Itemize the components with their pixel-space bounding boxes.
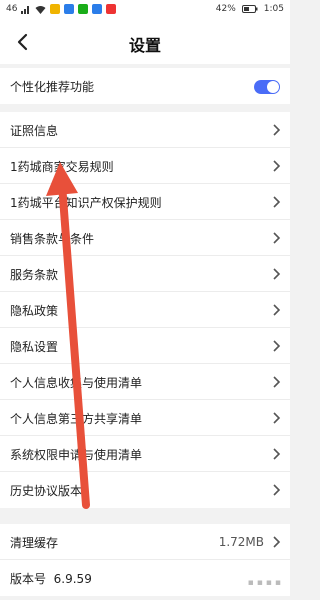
- clock: 1:05: [263, 4, 284, 14]
- status-left: 46: [6, 4, 117, 14]
- menu-item-label: 系统权限申请与使用清单: [10, 448, 143, 462]
- app-notification-icon-3: [78, 4, 89, 14]
- personalization-row[interactable]: 个性化推荐功能: [0, 68, 290, 104]
- chevron-right-icon: [273, 196, 281, 208]
- chevron-right-icon: [273, 232, 281, 244]
- personalization-toggle[interactable]: [254, 80, 280, 94]
- app-notification-icon-1: [50, 4, 61, 14]
- app-info-section: 清理缓存 1.72MB 版本号 6.9.59: [0, 524, 290, 596]
- chevron-right-icon: [273, 484, 281, 496]
- battery-percent: 42%: [215, 4, 236, 14]
- status-right: 42% 1:05: [216, 4, 284, 14]
- menu-item-personal-info-collection[interactable]: 个人信息收集与使用清单: [0, 364, 290, 400]
- chevron-right-icon: [273, 124, 281, 136]
- chevron-right-icon: [273, 340, 281, 352]
- personalization-label: 个性化推荐功能: [10, 80, 95, 94]
- menu-item-merchant-rules[interactable]: 1药城商家交易规则: [0, 148, 290, 184]
- battery-icon: [241, 5, 258, 13]
- menu-item-system-permissions[interactable]: 系统权限申请与使用清单: [0, 436, 290, 472]
- personalization-section: 个性化推荐功能: [0, 68, 290, 104]
- version-number: 6.9.59: [53, 572, 92, 586]
- app-notification-icon-2: [64, 4, 75, 14]
- menu-item-label: 1药城商家交易规则: [10, 160, 114, 174]
- menu-item-license-info[interactable]: 证照信息: [0, 112, 290, 148]
- network-indicator: 46: [6, 4, 18, 14]
- cache-size: 1.72MB: [218, 535, 264, 549]
- clear-cache-label: 清理缓存: [10, 536, 59, 550]
- chevron-right-icon: [273, 536, 281, 548]
- chevron-right-icon: [273, 448, 281, 460]
- signal-icon: [21, 5, 30, 14]
- menu-item-third-party-sharing[interactable]: 个人信息第三方共享清单: [0, 400, 290, 436]
- chevron-right-icon: [273, 304, 281, 316]
- wifi-icon: [35, 5, 46, 14]
- menu-item-agreement-history[interactable]: 历史协议版本: [0, 472, 290, 508]
- settings-menu: 证照信息 1药城商家交易规则 1药城平台知识产权保护规则 销售条款与条件 服务条…: [0, 112, 290, 508]
- toggle-knob: [267, 81, 279, 93]
- watermark: ▪▪▪▪: [247, 578, 284, 588]
- version-label: 版本号 6.9.59: [10, 572, 92, 586]
- version-row: 版本号 6.9.59: [0, 560, 290, 596]
- page-title: 设置: [128, 36, 161, 55]
- menu-item-label: 1药城平台知识产权保护规则: [10, 196, 162, 210]
- menu-item-label: 隐私政策: [10, 304, 59, 318]
- menu-item-service-terms[interactable]: 服务条款: [0, 256, 290, 292]
- menu-item-sales-terms[interactable]: 销售条款与条件: [0, 220, 290, 256]
- clear-cache-row[interactable]: 清理缓存 1.72MB: [0, 524, 290, 560]
- menu-item-ip-protection-rules[interactable]: 1药城平台知识产权保护规则: [0, 184, 290, 220]
- menu-item-label: 个人信息第三方共享清单: [10, 412, 143, 426]
- menu-item-privacy-policy[interactable]: 隐私政策: [0, 292, 290, 328]
- app-notification-icon-5: [106, 4, 117, 14]
- nav-bar: 设置: [0, 20, 290, 64]
- chevron-right-icon: [273, 268, 281, 280]
- menu-item-label: 服务条款: [10, 268, 59, 282]
- menu-item-label: 个人信息收集与使用清单: [10, 376, 143, 390]
- menu-item-label: 历史协议版本: [10, 484, 83, 498]
- chevron-right-icon: [273, 412, 281, 424]
- menu-item-privacy-settings[interactable]: 隐私设置: [0, 328, 290, 364]
- menu-item-label: 隐私设置: [10, 340, 59, 354]
- status-bar: 46 42% 1:05: [0, 0, 290, 20]
- menu-item-label: 销售条款与条件: [10, 232, 95, 246]
- menu-item-label: 证照信息: [10, 124, 59, 138]
- chevron-right-icon: [273, 160, 281, 172]
- chevron-right-icon: [273, 376, 281, 388]
- app-notification-icon-4: [92, 4, 103, 14]
